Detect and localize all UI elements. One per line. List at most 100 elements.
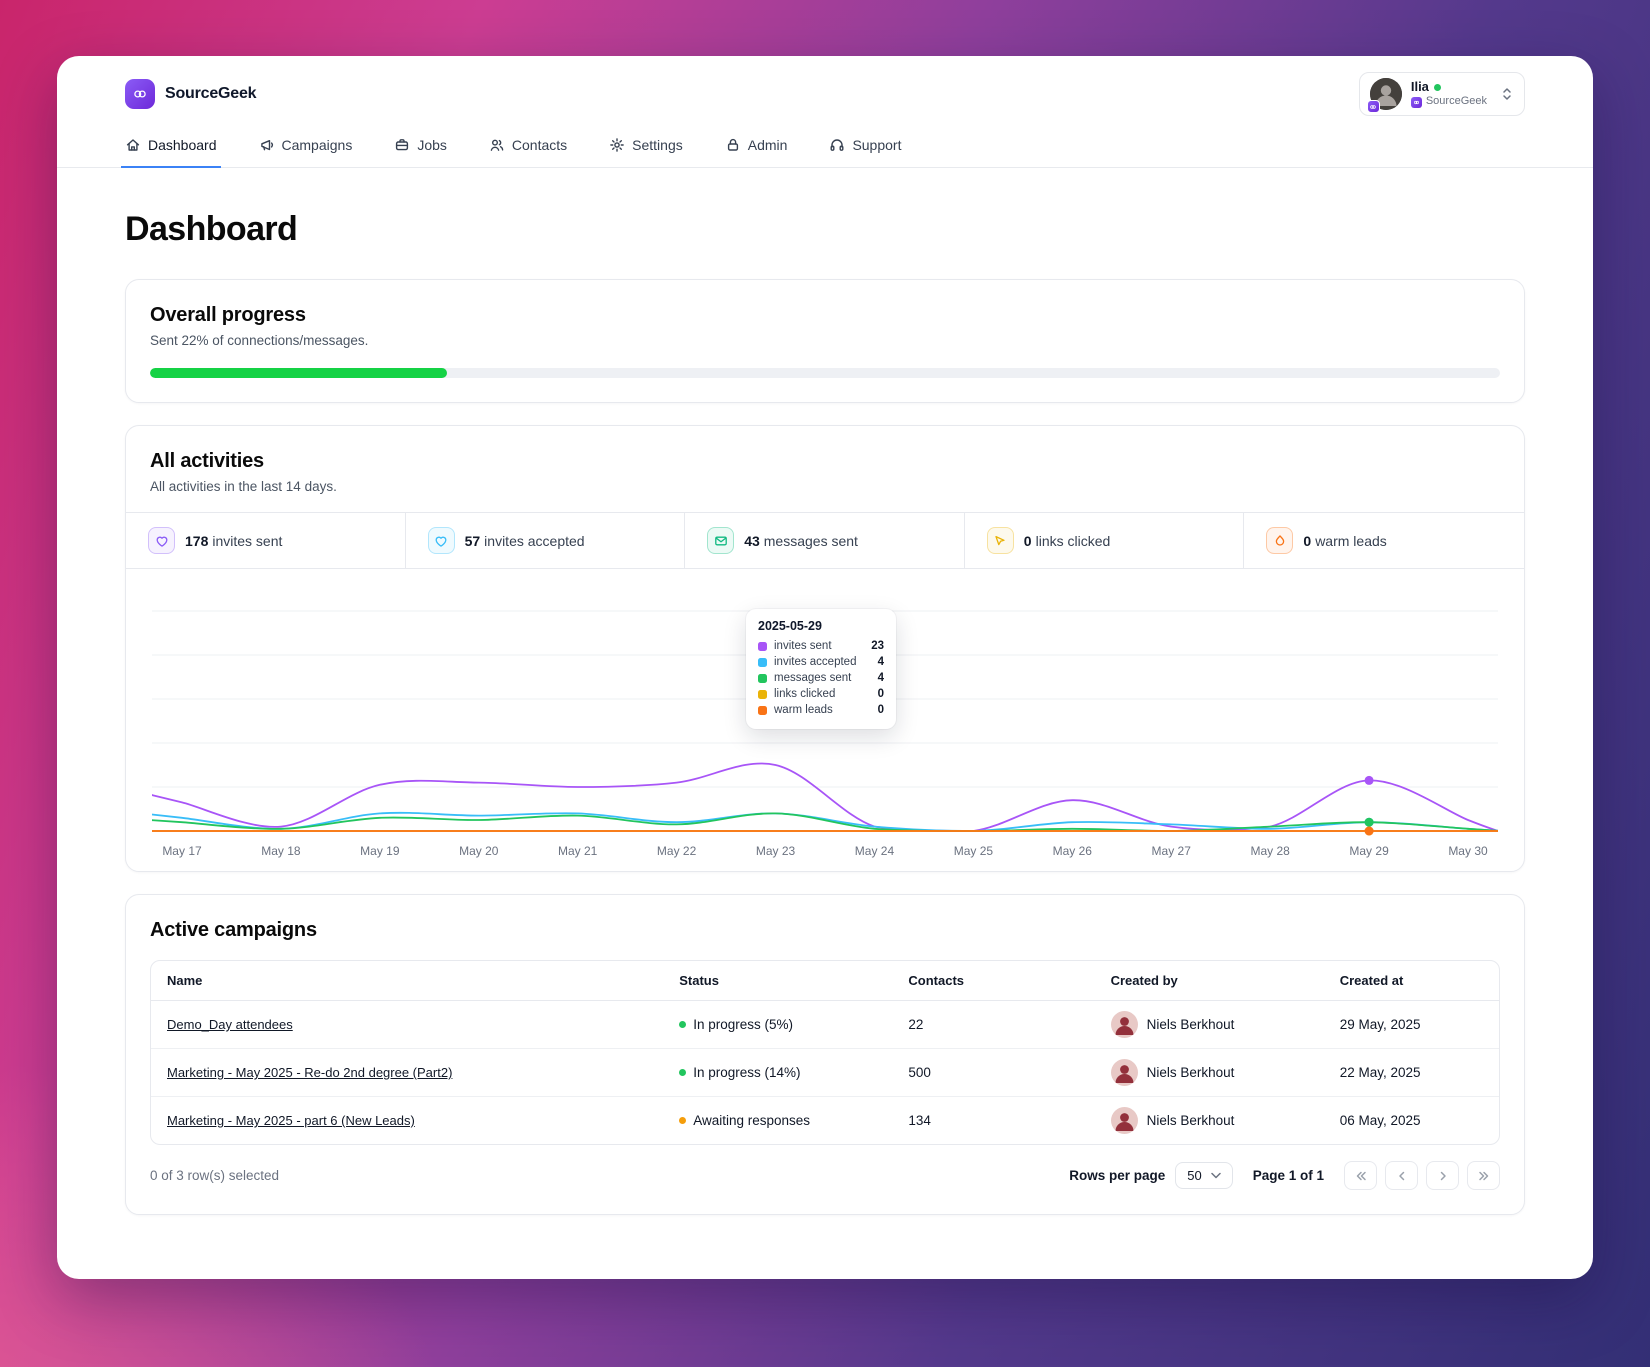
campaign-link[interactable]: Marketing - May 2025 - part 6 (New Leads… xyxy=(167,1113,415,1128)
campaign-link[interactable]: Marketing - May 2025 - Re-do 2nd degree … xyxy=(167,1065,452,1080)
previous-page-button[interactable] xyxy=(1385,1161,1418,1190)
rows-per-page-value: 50 xyxy=(1187,1168,1202,1183)
stat-links-clicked: 0 links clicked xyxy=(965,513,1245,568)
stat-text: 43 messages sent xyxy=(744,532,858,549)
overall-progress-subtitle: Sent 22% of connections/messages. xyxy=(150,333,369,348)
last-page-button[interactable] xyxy=(1467,1161,1500,1190)
first-page-button[interactable] xyxy=(1344,1161,1377,1190)
chevron-right-icon xyxy=(1440,1171,1446,1180)
created-at: 22 May, 2025 xyxy=(1323,1048,1499,1097)
campaigns-title: Active campaigns xyxy=(150,919,317,941)
status-dot xyxy=(679,1021,687,1028)
overall-progress-title: Overall progress xyxy=(150,304,306,326)
creator-name: Niels Berkhout xyxy=(1146,1113,1235,1128)
tab-contacts[interactable]: Contacts xyxy=(485,126,571,168)
series-value: 4 xyxy=(877,656,884,668)
tab-label: Settings xyxy=(632,137,683,153)
double-chevron-left-icon xyxy=(1356,1171,1366,1180)
series-swatch xyxy=(758,657,767,667)
series-label: invites accepted xyxy=(774,656,857,668)
svg-text:May 22: May 22 xyxy=(657,844,697,858)
user-menu[interactable]: Ilia SourceGeek xyxy=(1358,72,1525,116)
tab-admin[interactable]: Admin xyxy=(721,126,792,168)
svg-text:May 28: May 28 xyxy=(1250,844,1290,858)
svg-text:May 19: May 19 xyxy=(360,844,400,858)
rows-per-page-select[interactable]: 50 xyxy=(1175,1162,1233,1189)
tab-label: Jobs xyxy=(417,137,447,153)
activities-card: All activities All activities in the las… xyxy=(125,425,1525,872)
svg-text:May 18: May 18 xyxy=(261,844,301,858)
activities-subtitle: All activities in the last 14 days. xyxy=(150,479,337,494)
activities-chart[interactable]: May 17 May 18 May 19 May 20 May 21 May 22 May … xyxy=(126,569,1524,871)
headset-icon xyxy=(829,137,845,153)
user-org: SourceGeek xyxy=(1425,95,1487,108)
table-row[interactable]: Marketing - May 2025 - Re-do 2nd degree … xyxy=(151,1048,1499,1097)
progress-bar xyxy=(150,368,1500,378)
stat-invites-sent: 178 invites sent xyxy=(126,513,406,568)
svg-text:May 26: May 26 xyxy=(1053,844,1093,858)
chart-tooltip-date: 2025-05-29 xyxy=(758,619,822,633)
tab-label: Support xyxy=(852,137,902,153)
tab-settings[interactable]: Settings xyxy=(605,126,687,168)
creator-name: Niels Berkhout xyxy=(1146,1017,1235,1032)
tooltip-row: invites sent 23 xyxy=(758,640,884,652)
tooltip-row: messages sent 4 xyxy=(758,672,884,684)
tab-jobs[interactable]: Jobs xyxy=(390,126,451,168)
campaigns-table: Name Status Contacts Created by Created at D… xyxy=(150,960,1500,1145)
tab-support[interactable]: Support xyxy=(825,126,905,168)
tab-dashboard[interactable]: Dashboard xyxy=(121,126,221,168)
mail-icon xyxy=(707,527,735,554)
column-header-created-by: Created by xyxy=(1094,961,1324,1001)
brand-name: SourceGeek xyxy=(165,85,257,102)
status-dot xyxy=(679,1117,687,1124)
column-header-contacts: Contacts xyxy=(892,961,1095,1001)
chevron-up-down-icon xyxy=(1500,86,1514,102)
home-icon xyxy=(125,137,141,153)
series-value: 4 xyxy=(877,672,884,684)
column-header-name: Name xyxy=(151,961,664,1001)
series-value: 23 xyxy=(871,640,884,652)
tab-campaigns[interactable]: Campaigns xyxy=(255,126,357,168)
column-header-status: Status xyxy=(663,961,893,1001)
chart-tooltip: 2025-05-29 invites sent 23 invites accepte… xyxy=(746,609,896,729)
svg-text:May 20: May 20 xyxy=(459,844,499,858)
series-value: 0 xyxy=(877,688,884,700)
rows-per-page-label: Rows per page xyxy=(1069,1168,1166,1183)
stat-invites-accepted: 57 invites accepted xyxy=(406,513,686,568)
flame-icon xyxy=(1266,527,1294,554)
progress-bar-fill xyxy=(150,368,447,378)
series-label: links clicked xyxy=(774,688,836,700)
table-row[interactable]: Demo_Day attendees In progress (5%) 22 Niel… xyxy=(151,1000,1499,1049)
app-header: SourceGeek Ilia SourceGeek xyxy=(57,56,1593,126)
created-at: 29 May, 2025 xyxy=(1323,1000,1499,1049)
contacts-count: 500 xyxy=(892,1048,1095,1097)
creator-name: Niels Berkhout xyxy=(1146,1065,1235,1080)
series-value: 0 xyxy=(877,704,884,716)
lock-icon xyxy=(725,137,741,153)
status-text: In progress (5%) xyxy=(693,1017,794,1032)
brand[interactable]: SourceGeek xyxy=(125,79,257,109)
stat-messages-sent: 43 messages sent xyxy=(685,513,965,568)
creator-avatar xyxy=(1110,1107,1138,1134)
status-text: Awaiting responses xyxy=(693,1113,811,1128)
app-window: SourceGeek Ilia SourceGeek Dashboard Cam… xyxy=(57,56,1593,1279)
table-footer: 0 of 3 row(s) selected Rows per page 50 … xyxy=(150,1161,1500,1190)
creator-avatar xyxy=(1110,1011,1138,1038)
chevron-down-icon xyxy=(1210,1172,1221,1179)
stat-warm-leads: 0 warm leads xyxy=(1244,513,1524,568)
series-label: invites sent xyxy=(774,640,832,652)
series-label: messages sent xyxy=(774,672,852,684)
svg-text:May 25: May 25 xyxy=(954,844,994,858)
org-logo-icon xyxy=(1410,96,1422,108)
table-row[interactable]: Marketing - May 2025 - part 6 (New Leads… xyxy=(151,1097,1499,1145)
svg-text:May 27: May 27 xyxy=(1152,844,1192,858)
tooltip-row: warm leads 0 xyxy=(758,704,884,716)
page-title: Dashboard xyxy=(125,210,298,248)
svg-text:May 30: May 30 xyxy=(1448,844,1488,858)
creator-avatar xyxy=(1110,1059,1138,1086)
campaign-link[interactable]: Demo_Day attendees xyxy=(167,1017,293,1032)
tab-label: Campaigns xyxy=(281,137,353,153)
avatar-org-badge-icon xyxy=(1366,100,1380,113)
stat-text: 178 invites sent xyxy=(185,532,283,549)
next-page-button[interactable] xyxy=(1426,1161,1459,1190)
